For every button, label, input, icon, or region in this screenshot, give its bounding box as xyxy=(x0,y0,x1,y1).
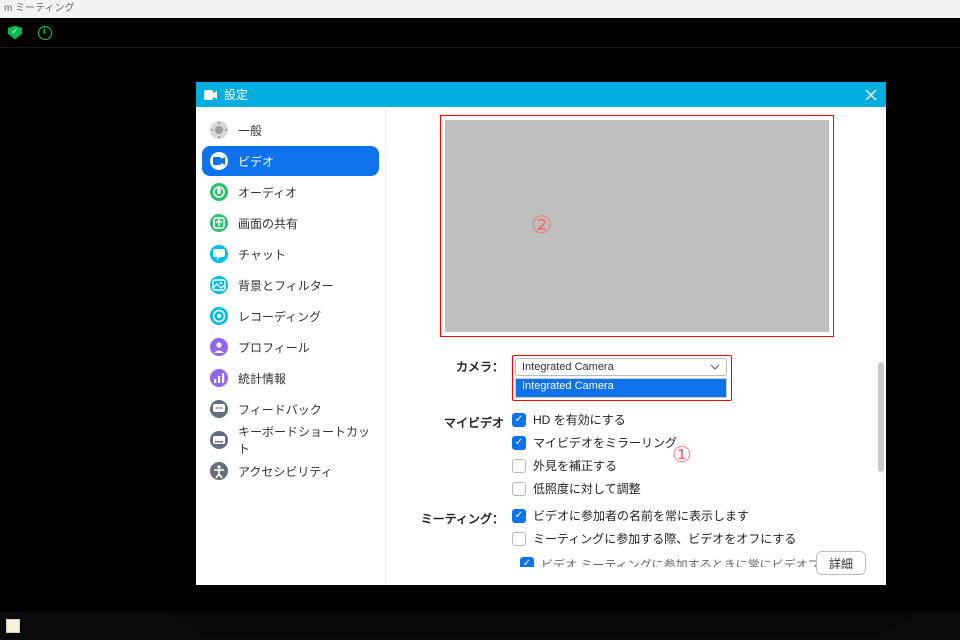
sidebar-item-chat[interactable]: チャット xyxy=(202,239,379,269)
sidebar-item-label: フィードバック xyxy=(238,401,379,418)
video-icon xyxy=(204,90,218,100)
checkbox-label: 低照度に対して調整 xyxy=(533,480,641,497)
advanced-button[interactable]: 詳細 xyxy=(816,551,866,575)
stats-icon xyxy=(210,369,228,387)
camera-option[interactable]: Integrated Camera xyxy=(516,379,726,397)
keyboard-icon xyxy=(210,431,228,449)
checkbox[interactable] xyxy=(512,413,526,427)
sidebar-item-audio[interactable]: オーディオ xyxy=(202,177,379,207)
checkbox-label: ビデオに参加者の名前を常に表示します xyxy=(533,507,749,524)
sidebar-item-label: オーディオ xyxy=(238,184,379,201)
meeting-opt-offonjoin: ミーティングに参加する際、ビデオをオフにする xyxy=(512,530,866,547)
myvideo-opt-hd: HD を有効にする xyxy=(512,411,866,428)
window-title-bar: m ミーティング xyxy=(0,0,960,18)
myvideo-row: マイビデオ HD を有効にするマイビデオをミラーリング外見を補正する低照度に対し… xyxy=(402,411,866,497)
camera-label: カメラ： xyxy=(402,355,512,375)
shield-icon[interactable] xyxy=(8,26,22,40)
sidebar-item-label: チャット xyxy=(238,246,379,263)
chevron-down-icon xyxy=(710,364,720,370)
camera-dropdown: Integrated Camera xyxy=(515,378,727,398)
profile-icon xyxy=(210,338,228,356)
sidebar-item-label: レコーディング xyxy=(238,308,379,325)
sidebar-item-shortcut[interactable]: キーボードショートカット xyxy=(202,425,379,455)
video-preview: ② xyxy=(440,115,834,337)
checkbox[interactable] xyxy=(512,436,526,450)
checkbox-label: HD を有効にする xyxy=(533,411,626,428)
myvideo-label: マイビデオ xyxy=(402,411,512,431)
taskbar xyxy=(0,612,960,640)
sidebar-item-label: 画面の共有 xyxy=(238,215,379,232)
sidebar-item-label: アクセシビリティ xyxy=(238,463,379,480)
sidebar-item-label: プロフィール xyxy=(238,339,379,356)
checkbox-label: ミーティングに参加する際、ビデオをオフにする xyxy=(533,530,796,547)
meeting-opt-shownames: ビデオに参加者の名前を常に表示します xyxy=(512,507,866,524)
chat-icon xyxy=(210,245,228,263)
sidebar-item-feedback[interactable]: フィードバック xyxy=(202,394,379,424)
sidebar-item-profile[interactable]: プロフィール xyxy=(202,332,379,362)
sidebar-item-stats[interactable]: 統計情報 xyxy=(202,363,379,393)
settings-titlebar: 設定 xyxy=(196,82,886,107)
camera-row: カメラ： Integrated Camera Integrated Camera xyxy=(402,355,866,401)
sidebar-item-a11y[interactable]: アクセシビリティ xyxy=(202,456,379,486)
checkbox[interactable] xyxy=(512,482,526,496)
myvideo-opt-mirror: マイビデオをミラーリング xyxy=(512,434,866,451)
record-icon xyxy=(210,307,228,325)
settings-content: ② ① カメラ： Integrated Camera Integrated Ca xyxy=(386,107,886,585)
checkbox[interactable] xyxy=(512,459,526,473)
myvideo-opt-lowlight: 低照度に対して調整 xyxy=(512,480,866,497)
settings-window: 設定 一般ビデオオーディオ画面の共有チャット背景とフィルターレコーディングプロフ… xyxy=(196,82,886,585)
settings-sidebar: 一般ビデオオーディオ画面の共有チャット背景とフィルターレコーディングプロフィール… xyxy=(196,107,386,585)
truncated-row: ビデオ ミーティングに参加するときに常にビデオプレビューダイアログを表示します xyxy=(520,553,866,567)
app-title: m ミーティング xyxy=(4,0,75,18)
sidebar-item-video[interactable]: ビデオ xyxy=(202,146,379,176)
sidebar-item-label: 背景とフィルター xyxy=(238,277,379,294)
sidebar-item-share[interactable]: 画面の共有 xyxy=(202,208,379,238)
video-icon xyxy=(210,152,228,170)
camera-select[interactable]: Integrated Camera xyxy=(515,358,727,376)
checkbox-label: マイビデオをミラーリング xyxy=(533,434,677,451)
scrollbar-thumb[interactable] xyxy=(878,362,884,472)
advanced-button-label: 詳細 xyxy=(829,555,853,572)
video-preview-feed xyxy=(445,120,829,332)
checkbox[interactable] xyxy=(520,557,534,567)
sidebar-item-label: ビデオ xyxy=(238,153,379,170)
a11y-icon xyxy=(210,462,228,480)
camera-select-annotated: Integrated Camera Integrated Camera xyxy=(512,355,732,401)
sidebar-item-recording[interactable]: レコーディング xyxy=(202,301,379,331)
sidebar-item-general[interactable]: 一般 xyxy=(202,115,379,145)
close-button[interactable] xyxy=(856,82,886,107)
meeting-toolbar xyxy=(0,18,960,48)
taskbar-item[interactable] xyxy=(6,619,20,633)
sidebar-item-label: キーボードショートカット xyxy=(238,423,379,457)
gear-icon xyxy=(210,121,228,139)
feedback-icon xyxy=(210,400,228,418)
meeting-row: ミーティング： ビデオに参加者の名前を常に表示しますミーティングに参加する際、ビ… xyxy=(402,507,866,547)
sidebar-item-label: 一般 xyxy=(238,122,379,139)
meeting-label: ミーティング： xyxy=(402,507,512,527)
sidebar-item-label: 統計情報 xyxy=(238,370,379,387)
picture-icon xyxy=(210,276,228,294)
settings-title: 設定 xyxy=(224,86,248,103)
checkbox[interactable] xyxy=(512,532,526,546)
info-icon[interactable] xyxy=(38,26,52,40)
myvideo-opt-touchup: 外見を補正する xyxy=(512,457,866,474)
sidebar-item-bgfilter[interactable]: 背景とフィルター xyxy=(202,270,379,300)
share-icon xyxy=(210,214,228,232)
close-icon xyxy=(865,89,877,101)
checkbox[interactable] xyxy=(512,509,526,523)
audio-icon xyxy=(210,183,228,201)
camera-select-value: Integrated Camera xyxy=(522,361,614,373)
checkbox-label: 外見を補正する xyxy=(533,457,617,474)
